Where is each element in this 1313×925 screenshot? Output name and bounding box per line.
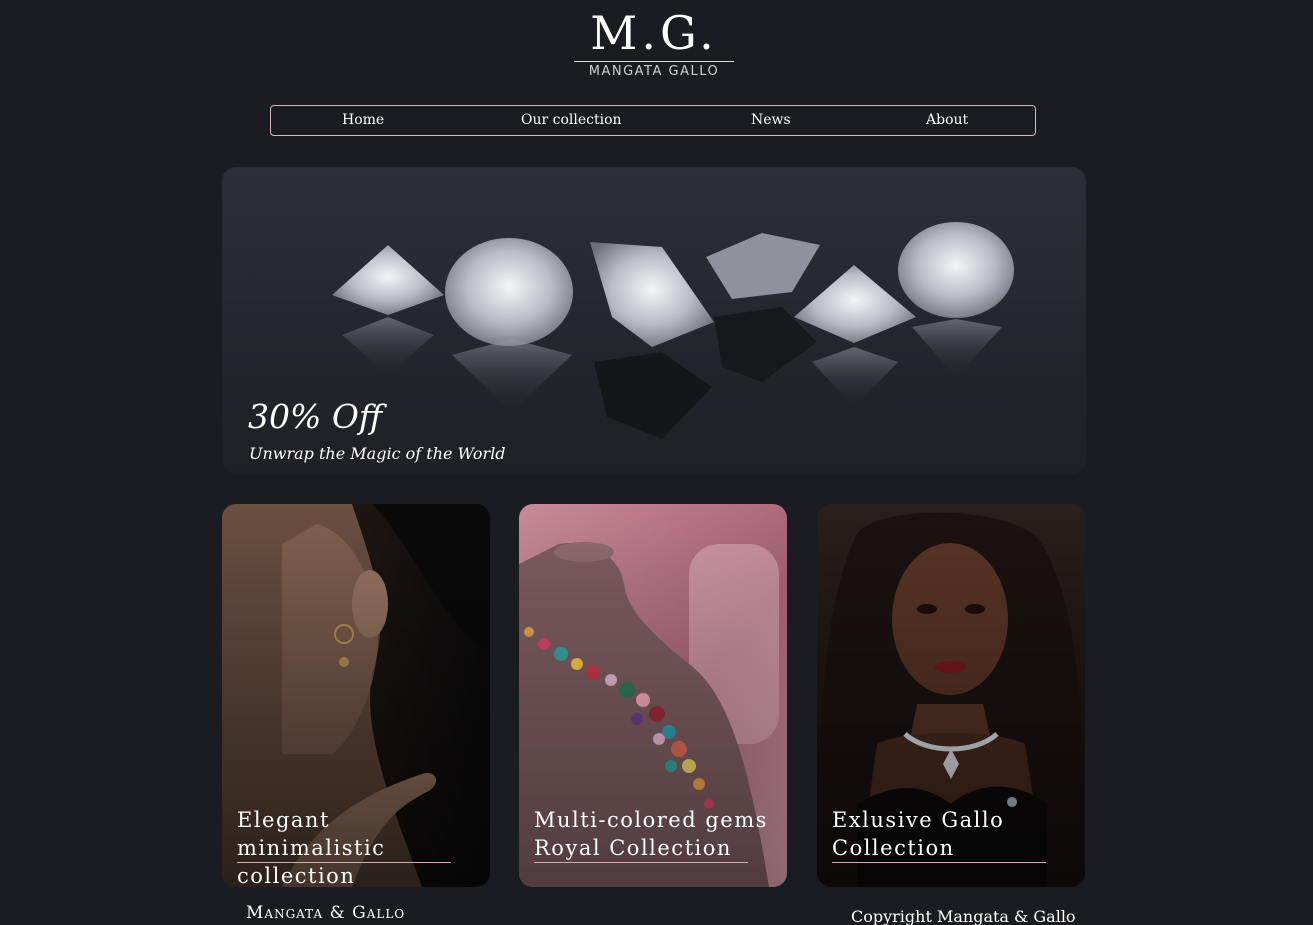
footer-copyright: Copyright Mangata & Gallo (851, 907, 1076, 925)
brand-logo[interactable]: M.G. MANGATA GALLO (574, 8, 734, 82)
collection-card-multicolored[interactable]: Multi-colored gems Royal Collection (519, 504, 787, 887)
hero-subtitle: Unwrap the Magic of the World (249, 444, 506, 463)
card-title: Multi-colored gems Royal Collection (534, 808, 768, 860)
footer-brand: Mangata & Gallo (246, 903, 406, 923)
nav-item-news[interactable]: News (751, 112, 791, 128)
hero-title: 30% Off (248, 397, 383, 436)
collection-card-exclusive[interactable]: Exlusive Gallo Collection (817, 504, 1085, 887)
card-underline (534, 862, 748, 863)
logo-divider (574, 61, 734, 62)
collection-card-minimalistic[interactable]: Elegant minimalistic collection (222, 504, 490, 887)
hero-banner[interactable]: 30% Off Unwrap the Magic of the World (222, 167, 1086, 474)
nav-item-home[interactable]: Home (342, 112, 384, 128)
card-title: Elegant minimalistic collection (237, 808, 386, 887)
nav-item-about[interactable]: About (926, 112, 968, 128)
page: M.G. MANGATA GALLO Home Our collection N… (0, 0, 1313, 925)
card-underline (832, 862, 1046, 863)
card-underline (237, 862, 451, 863)
logo-wordmark: MANGATA GALLO (588, 64, 720, 79)
card-title: Exlusive Gallo Collection (832, 808, 1005, 860)
nav-item-our-collection[interactable]: Our collection (521, 112, 622, 128)
main-nav: Home Our collection News About (270, 105, 1036, 136)
logo-monogram: M.G. (590, 6, 718, 60)
